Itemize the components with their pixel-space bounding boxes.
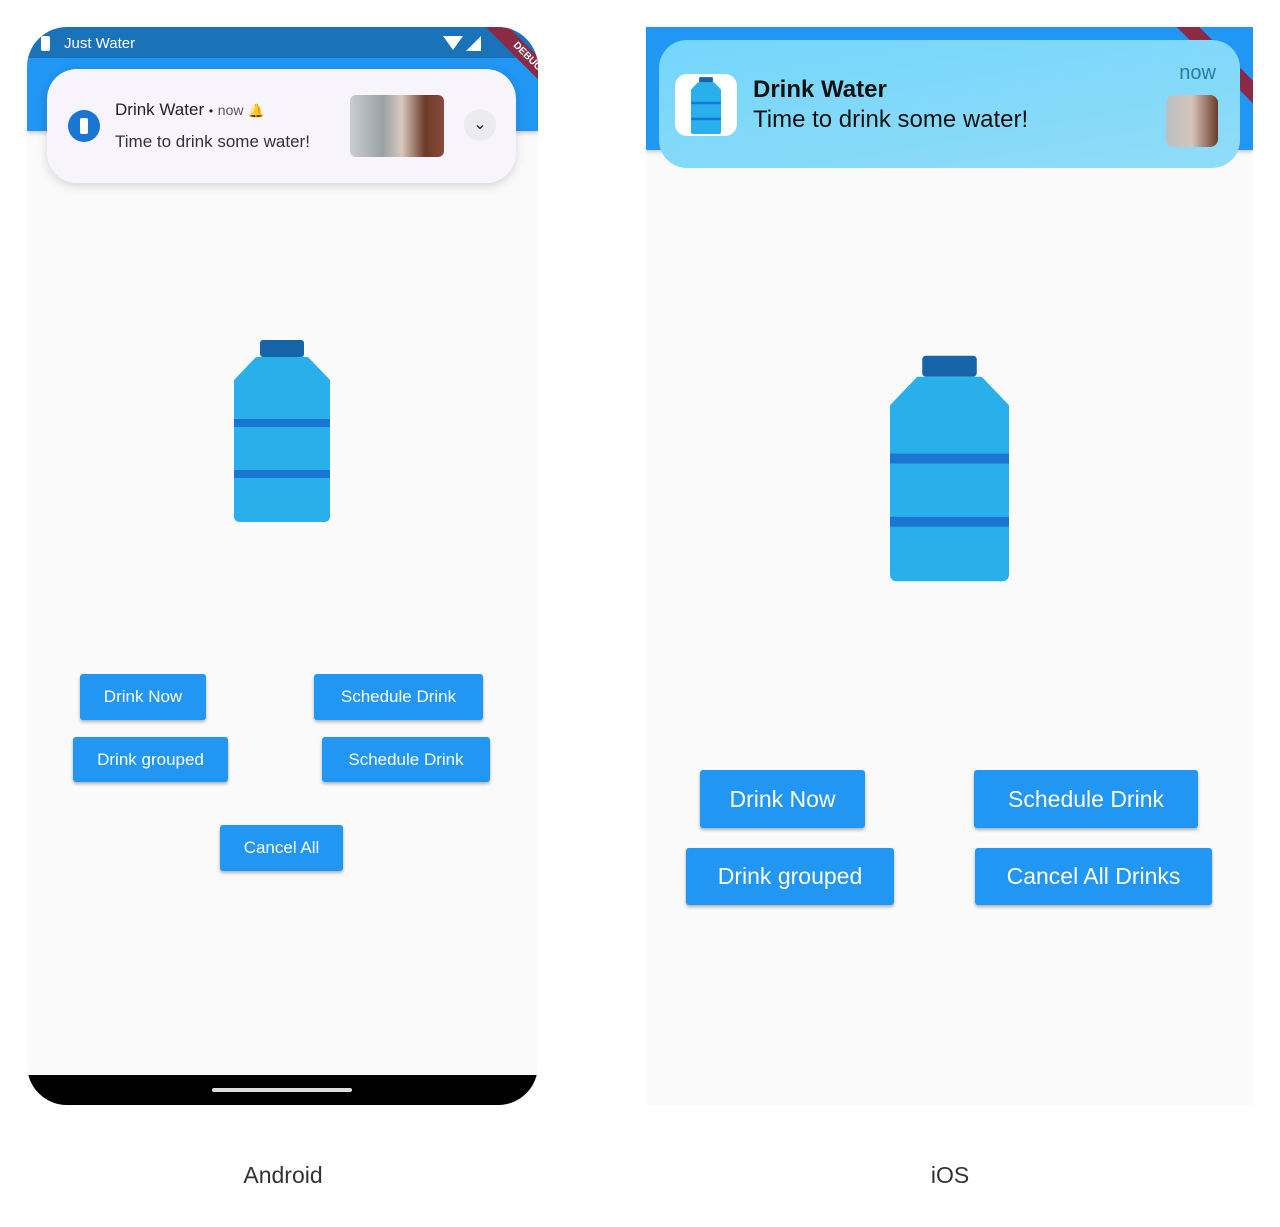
notification-body: Time to drink some water! (115, 132, 310, 151)
notification-title: Drink Water (115, 100, 205, 119)
notification-card[interactable]: Drink Water • now 🔔 Time to drink some w… (47, 69, 516, 183)
wifi-icon (443, 36, 463, 50)
drink-now-button[interactable]: Drink Now (700, 770, 865, 828)
notification-time: now (1179, 62, 1216, 84)
water-bottle-image (890, 355, 1009, 582)
notification-app-icon (68, 110, 100, 142)
schedule-drink-button-2[interactable]: Schedule Drink (322, 737, 490, 782)
notification-app-icon (675, 74, 737, 136)
schedule-drink-button[interactable]: Schedule Drink (974, 770, 1198, 828)
ios-screen: Drink Water Time to drink some water! no… (646, 27, 1253, 1105)
expand-chevron-icon[interactable]: ⌄ (464, 109, 496, 141)
notification-title: Drink Water (753, 76, 887, 103)
cancel-all-button[interactable]: Cancel All (220, 825, 343, 871)
android-caption: Android (243, 1162, 323, 1188)
drink-now-button[interactable]: Drink Now (80, 674, 206, 720)
home-indicator[interactable] (212, 1088, 352, 1092)
signal-icon (466, 36, 481, 51)
notification-card[interactable]: Drink Water Time to drink some water! no… (659, 40, 1240, 168)
water-bottle-image (234, 340, 330, 522)
status-app-name: Just Water (64, 35, 136, 52)
notification-separator: • (208, 104, 214, 118)
notification-image (1166, 95, 1218, 147)
alarm-bell-icon: 🔔 (248, 103, 265, 118)
status-app-icon (41, 36, 50, 51)
android-screen: Just Water DEBUG Drink Water • now 🔔 Tim… (27, 27, 538, 1105)
schedule-drink-button[interactable]: Schedule Drink (314, 674, 483, 720)
drink-grouped-button[interactable]: Drink grouped (686, 848, 894, 905)
notification-time: now (217, 102, 244, 118)
notification-body: Time to drink some water! (753, 106, 1029, 133)
ios-caption: iOS (930, 1162, 970, 1188)
drink-grouped-button[interactable]: Drink grouped (73, 737, 228, 782)
cancel-all-drinks-button[interactable]: Cancel All Drinks (975, 848, 1212, 905)
notification-image (350, 95, 444, 157)
